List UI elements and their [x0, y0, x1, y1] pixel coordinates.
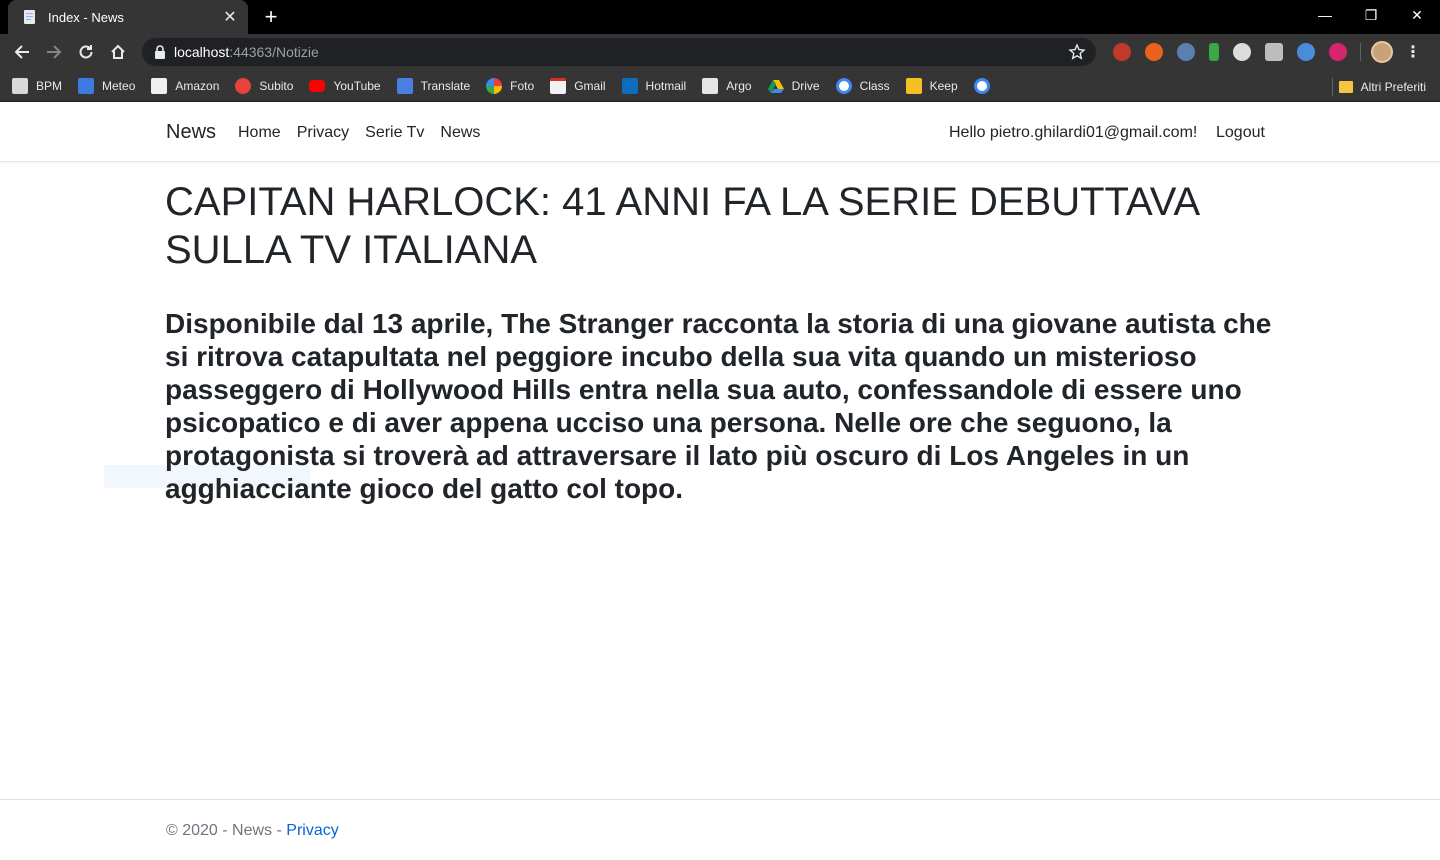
bpm-icon [12, 77, 28, 94]
bookmarks-bar: BPM Meteo Amazon Subito YouTube Translat… [0, 70, 1440, 102]
amazon-icon [151, 77, 168, 94]
page-footer: © 2020 - News - Privacy [0, 799, 1440, 860]
extension-icon[interactable] [1297, 43, 1315, 61]
home-icon[interactable] [104, 38, 132, 66]
extension-icon[interactable] [1265, 43, 1283, 61]
bookmark-star-icon[interactable] [1068, 43, 1086, 61]
forward-icon[interactable] [40, 38, 68, 66]
bookmark-google[interactable] [973, 77, 998, 94]
youtube-icon [309, 79, 326, 92]
folder-icon [1338, 81, 1353, 93]
extension-icon[interactable] [1233, 43, 1251, 61]
bookmark-class[interactable]: Class [835, 77, 890, 94]
bookmark-translate[interactable]: Translate [396, 77, 470, 94]
browser-toolbar: localhost:44363/Notizie ⋮ [0, 34, 1440, 70]
nav-link-privacy[interactable]: Privacy [297, 124, 349, 142]
footer-text: © 2020 - News - Privacy [166, 822, 339, 840]
bookmark-keep[interactable]: Keep [905, 77, 958, 94]
user-greeting[interactable]: Hello pietro.ghilardi01@gmail.com! [949, 124, 1197, 142]
browser-tab[interactable]: Index - News ✕ [8, 0, 248, 34]
photos-icon [486, 77, 503, 94]
other-bookmarks-folder[interactable]: Altri Preferiti [1326, 78, 1426, 96]
extension-icon[interactable] [1177, 43, 1195, 61]
copyright-text: © 2020 - News - [166, 822, 287, 839]
toolbar-divider [1360, 43, 1361, 61]
extension-icon[interactable] [1329, 43, 1347, 61]
extensions-area: ⋮ [1106, 40, 1421, 64]
extension-icon[interactable] [1209, 43, 1219, 61]
bookmark-drive[interactable]: Drive [767, 78, 820, 94]
argo-icon [702, 77, 719, 94]
close-window-icon[interactable]: ✕ [1394, 0, 1440, 30]
adblock-extension-icon[interactable] [1113, 43, 1131, 61]
bookmark-subito[interactable]: Subito [235, 77, 293, 94]
back-icon[interactable] [8, 38, 36, 66]
nav-links: Home Privacy Serie Tv News [238, 124, 496, 142]
url-path: :44363/Notizie [229, 44, 319, 60]
navbar-brand[interactable]: News [166, 121, 216, 144]
window-controls: — ❐ ✕ [1302, 0, 1440, 30]
lock-icon [155, 45, 165, 59]
browser-tab-strip: Index - News ✕ + — ❐ ✕ [0, 0, 1440, 34]
bookmark-youtube[interactable]: YouTube [309, 79, 381, 93]
tab-title: Index - News [48, 9, 124, 25]
bookmark-gmail[interactable]: Gmail [550, 77, 606, 94]
nav-link-home[interactable]: Home [238, 124, 281, 142]
url-host: localhost [174, 44, 230, 60]
article-body: Disponibile dal 13 aprile, The Stranger … [165, 308, 1272, 504]
bookmarks-divider [1331, 78, 1333, 96]
address-bar[interactable]: localhost:44363/Notizie [142, 38, 1096, 66]
footer-privacy-link[interactable]: Privacy [286, 822, 338, 839]
meteo-icon [78, 77, 95, 94]
bookmark-hotmail[interactable]: Hotmail [621, 77, 686, 94]
google-icon [973, 77, 990, 94]
drive-icon [767, 79, 784, 93]
extension-icon[interactable] [1145, 43, 1163, 61]
article-title: CAPITAN HARLOCK: 41 ANNI FA LA SERIE DEB… [165, 180, 1198, 272]
nav-link-serie-tv[interactable]: Serie Tv [365, 124, 424, 142]
profile-avatar[interactable] [1371, 41, 1393, 63]
bookmark-bpm[interactable]: BPM [12, 77, 62, 94]
site-navbar: News Home Privacy Serie Tv News Hello pi… [0, 103, 1440, 162]
gmail-icon [550, 77, 567, 94]
bookmark-amazon[interactable]: Amazon [151, 77, 219, 94]
restore-icon[interactable]: ❐ [1348, 0, 1394, 30]
bookmark-argo[interactable]: Argo [702, 77, 752, 94]
page-icon [24, 10, 35, 24]
logout-button[interactable]: Logout [1216, 124, 1265, 142]
new-tab-icon[interactable]: + [258, 4, 284, 30]
subito-icon [235, 77, 252, 94]
bookmark-meteo[interactable]: Meteo [78, 77, 135, 94]
translate-icon [396, 77, 413, 94]
keep-icon [905, 77, 922, 94]
chrome-menu-icon[interactable]: ⋮ [1405, 42, 1421, 62]
close-tab-icon[interactable]: ✕ [222, 7, 238, 27]
bookmark-foto[interactable]: Foto [486, 77, 534, 94]
reload-icon[interactable] [72, 38, 100, 66]
nav-link-news[interactable]: News [440, 124, 480, 142]
google-icon [835, 77, 852, 94]
outlook-icon [621, 77, 638, 94]
minimize-icon[interactable]: — [1302, 0, 1348, 30]
